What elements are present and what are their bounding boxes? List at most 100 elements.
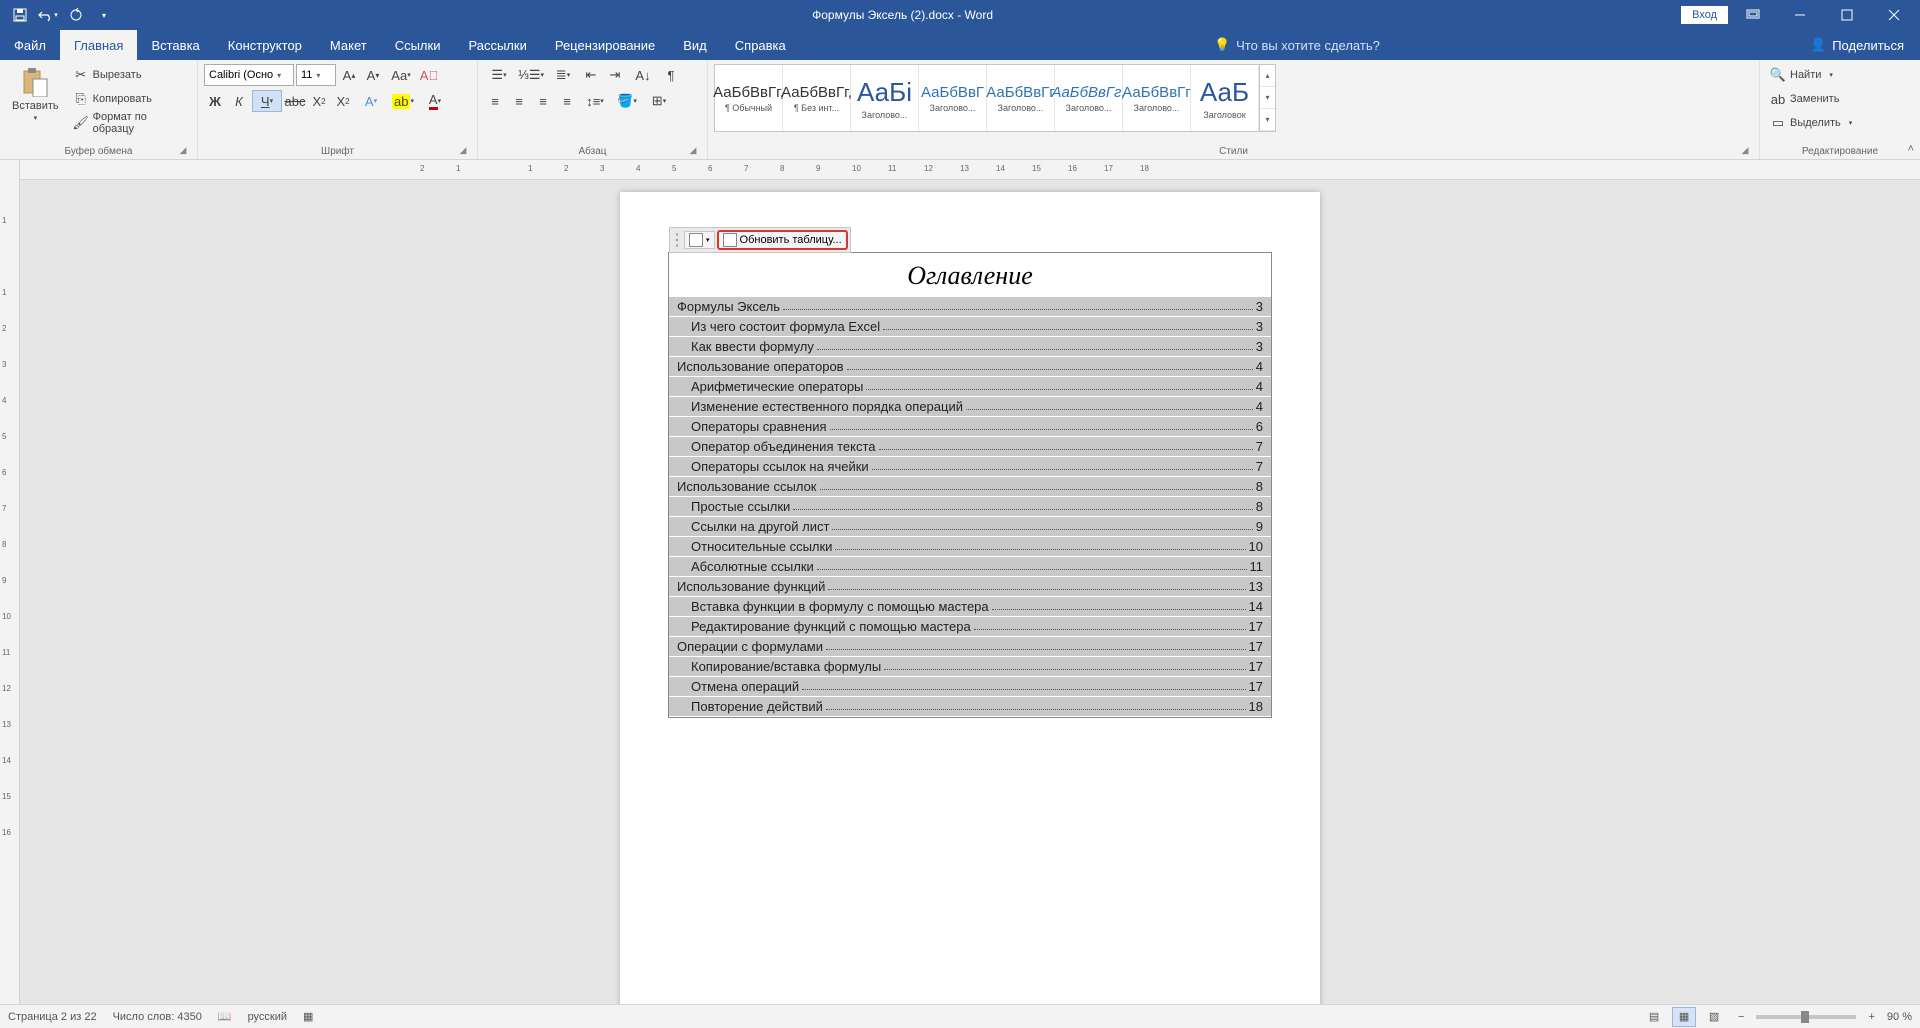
read-mode-button[interactable]: ▤ (1642, 1007, 1666, 1027)
zoom-out-button[interactable]: − (1732, 1011, 1750, 1023)
toc-options-button[interactable]: ▾ (684, 231, 715, 249)
align-center-button[interactable]: ≡ (508, 90, 530, 112)
tab-главная[interactable]: Главная (60, 30, 137, 60)
toc-entry[interactable]: Относительные ссылки 10 (669, 537, 1271, 557)
toc-entry[interactable]: Использование функций 13 (669, 577, 1271, 597)
clear-formatting-button[interactable]: A⃥ (418, 64, 440, 86)
italic-button[interactable]: К (228, 90, 250, 112)
horizontal-ruler[interactable]: 21123456789101112131415161718 (20, 160, 1920, 180)
align-right-button[interactable]: ≡ (532, 90, 554, 112)
numbering-button[interactable]: ⅓☰▾ (516, 64, 546, 86)
toc-entry[interactable]: Вставка функции в формулу с помощью маст… (669, 597, 1271, 617)
paragraph-launcher[interactable]: ◢ (687, 145, 699, 157)
style-item[interactable]: АаБбВвГг,¶ Без инт... (783, 65, 851, 131)
toc-entry[interactable]: Повторение действий 18 (669, 697, 1271, 717)
zoom-in-button[interactable]: + (1862, 1011, 1880, 1023)
text-effects-button[interactable]: A▾ (356, 90, 386, 112)
style-item[interactable]: АаБбВвГг,Заголово... (1055, 65, 1123, 131)
decrease-indent-button[interactable]: ⇤ (580, 64, 602, 86)
bold-button[interactable]: Ж (204, 90, 226, 112)
update-toc-button[interactable]: Обновить таблицу... (717, 230, 848, 250)
display-mode-button[interactable] (1730, 0, 1775, 30)
toc-entry[interactable]: Как ввести формулу 3 (669, 337, 1271, 357)
tab-ссылки[interactable]: Ссылки (381, 30, 455, 60)
toc-entry[interactable]: Простые ссылки8 (669, 497, 1271, 517)
minimize-button[interactable] (1777, 0, 1822, 30)
cut-button[interactable]: ✂Вырезать (69, 64, 191, 86)
maximize-button[interactable] (1824, 0, 1869, 30)
bullets-button[interactable]: ☰▾ (484, 64, 514, 86)
toc-entry[interactable]: Использование ссылок 8 (669, 477, 1271, 497)
find-button[interactable]: 🔍Найти▾ (1766, 64, 1856, 86)
toc-entry[interactable]: Арифметические операторы4 (669, 377, 1271, 397)
tab-вид[interactable]: Вид (669, 30, 721, 60)
close-button[interactable] (1871, 0, 1916, 30)
show-marks-button[interactable]: ¶ (660, 64, 682, 86)
align-left-button[interactable]: ≡ (484, 90, 506, 112)
toc-entry[interactable]: Ссылки на другой лист9 (669, 517, 1271, 537)
grow-font-button[interactable]: A▴ (338, 64, 360, 86)
increase-indent-button[interactable]: ⇥ (604, 64, 626, 86)
toc-entry[interactable]: Операторы ссылок на ячейки7 (669, 457, 1271, 477)
font-name-combo[interactable]: Calibri (Осно▾ (204, 64, 294, 86)
styles-more-button[interactable]: ▴▾▾ (1259, 65, 1275, 131)
tab-вставка[interactable]: Вставка (137, 30, 213, 60)
font-launcher[interactable]: ◢ (457, 145, 469, 157)
status-spellcheck-icon[interactable]: 📖 (218, 1010, 232, 1023)
toc-entry[interactable]: Копирование/вставка формулы 17 (669, 657, 1271, 677)
share-button[interactable]: 👤 Поделиться (1794, 30, 1920, 60)
toc-entry[interactable]: Оператор объединения текста7 (669, 437, 1271, 457)
status-language[interactable]: русский (248, 1011, 287, 1023)
toc-entry[interactable]: Редактирование функций с помощью мастера… (669, 617, 1271, 637)
font-size-combo[interactable]: 11▾ (296, 64, 336, 86)
style-item[interactable]: АаБбВвГгЗаголово... (987, 65, 1055, 131)
paste-button[interactable]: Вставить ▾ (6, 64, 65, 124)
toc-entry[interactable]: Использование операторов 4 (669, 357, 1271, 377)
undo-button[interactable]: ▾ (36, 3, 60, 27)
toc-entry[interactable]: Формулы Эксель 3 (669, 297, 1271, 317)
line-spacing-button[interactable]: ↕≡▾ (580, 90, 610, 112)
style-item[interactable]: АаБбВвГг,¶ Обычный (715, 65, 783, 131)
copy-button[interactable]: ⎘Копировать (69, 88, 191, 110)
status-word-count[interactable]: Число слов: 4350 (113, 1011, 202, 1023)
justify-button[interactable]: ≡ (556, 90, 578, 112)
vertical-ruler[interactable]: 112345678910111213141516 (0, 160, 20, 1004)
tell-me-search[interactable]: 💡 Что вы хотите сделать? (1202, 30, 1392, 60)
redo-button[interactable] (64, 3, 88, 27)
web-layout-button[interactable]: ▧ (1702, 1007, 1726, 1027)
tab-рецензирование[interactable]: Рецензирование (541, 30, 669, 60)
highlight-button[interactable]: ab▾ (388, 90, 418, 112)
select-button[interactable]: ▭Выделить▾ (1766, 112, 1856, 134)
toc-field[interactable]: ⋮ ▾ Обновить таблицу... Оглавление Форму… (668, 252, 1272, 718)
sort-button[interactable]: A↓ (628, 64, 658, 86)
tab-макет[interactable]: Макет (316, 30, 381, 60)
toc-entry[interactable]: Отмена операций17 (669, 677, 1271, 697)
toc-entry[interactable]: Операторы сравнения 6 (669, 417, 1271, 437)
borders-button[interactable]: ⊞▾ (644, 90, 674, 112)
status-page[interactable]: Страница 2 из 22 (8, 1011, 97, 1023)
tab-конструктор[interactable]: Конструктор (214, 30, 316, 60)
replace-button[interactable]: abЗаменить (1766, 88, 1856, 110)
tab-рассылки[interactable]: Рассылки (454, 30, 540, 60)
qat-customize[interactable]: ▾ (92, 3, 116, 27)
style-item[interactable]: АаБбВвГгЗаголово... (1123, 65, 1191, 131)
zoom-value[interactable]: 90 % (1887, 1011, 1912, 1023)
font-color-button[interactable]: A▾ (420, 90, 450, 112)
clipboard-launcher[interactable]: ◢ (177, 145, 189, 157)
toc-drag-handle[interactable]: ⋮ (672, 230, 682, 250)
status-macro-icon[interactable]: ▦ (303, 1010, 313, 1023)
zoom-slider[interactable] (1756, 1015, 1856, 1019)
style-item[interactable]: АаБЗаголовок (1191, 65, 1259, 131)
style-item[interactable]: АаБіЗаголово... (851, 65, 919, 131)
format-painter-button[interactable]: 🖌Формат по образцу (69, 112, 191, 134)
multilevel-button[interactable]: ≣▾ (548, 64, 578, 86)
print-layout-button[interactable]: ▦ (1672, 1007, 1696, 1027)
underline-button[interactable]: Ч▾ (252, 90, 282, 112)
tab-файл[interactable]: Файл (0, 30, 60, 60)
styles-launcher[interactable]: ◢ (1739, 145, 1751, 157)
tab-справка[interactable]: Справка (721, 30, 800, 60)
shading-button[interactable]: 🪣▾ (612, 90, 642, 112)
strikethrough-button[interactable]: abc (284, 90, 306, 112)
change-case-button[interactable]: Aa▾ (386, 64, 416, 86)
toc-entry[interactable]: Абсолютные ссылки11 (669, 557, 1271, 577)
